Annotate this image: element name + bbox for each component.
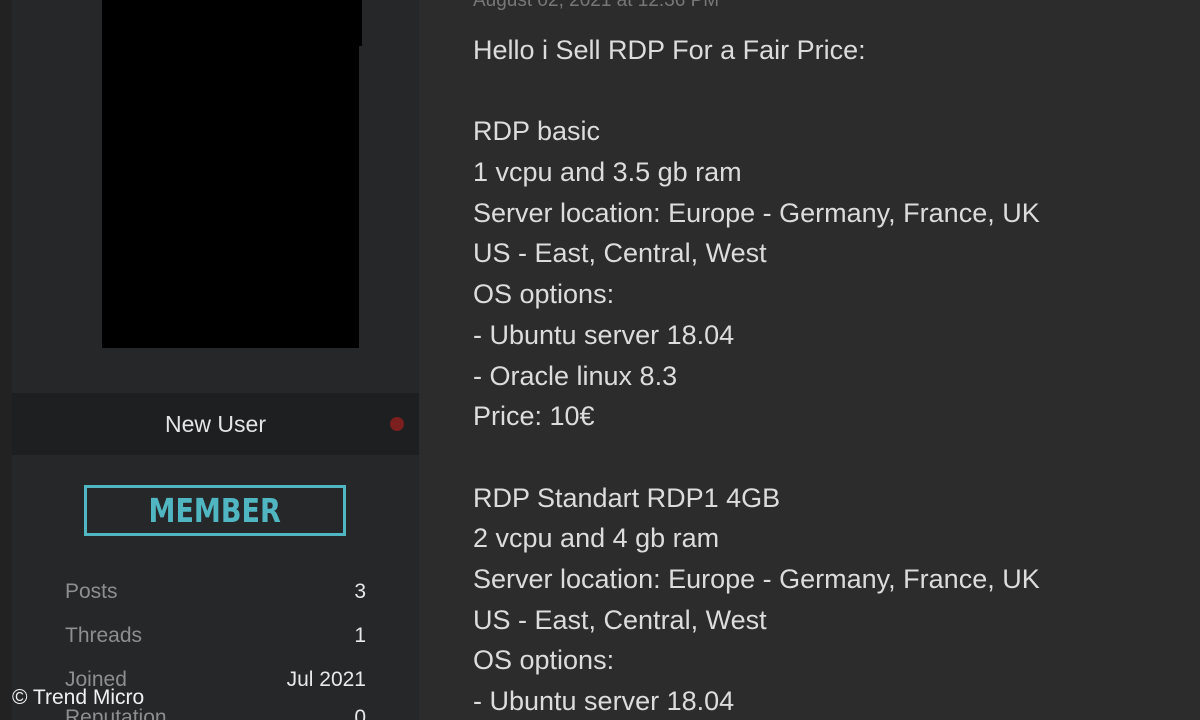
user-role-label: New User <box>165 411 266 437</box>
avatar-redacted-edge <box>359 0 362 46</box>
post-line: - Oracle linux 8.3 <box>473 360 678 391</box>
post-timestamp[interactable]: August 02, 2021 at 12:36 PM <box>473 0 719 12</box>
copyright-watermark: © Trend Micro <box>12 686 145 709</box>
post-line: US - East, Central, West <box>473 604 767 635</box>
page-edge <box>0 0 12 720</box>
post-line: RDP basic <box>473 116 601 147</box>
stat-row-posts: Posts 3 <box>65 580 366 610</box>
stat-label: Posts <box>65 580 118 603</box>
offline-status-icon <box>390 417 404 431</box>
stat-row-threads: Threads 1 <box>65 624 366 654</box>
stat-value: Jul 2021 <box>286 668 366 691</box>
post-line: OS options: <box>473 645 615 676</box>
post-line: - Ubuntu server 18.04 <box>473 319 735 350</box>
post-line: Price: 10€ <box>473 401 595 432</box>
post-line: OS options: <box>473 279 615 310</box>
stat-value: 0 <box>354 706 366 720</box>
forum-post-page: New User MEMBER Posts 3 Threads 1 Joined… <box>0 0 1200 720</box>
post-line: US - East, Central, West <box>473 238 767 269</box>
post-line: RDP Standart RDP1 4GB <box>473 482 781 513</box>
rank-badge-label: MEMBER <box>148 491 282 530</box>
post-body: Hello i Sell RDP For a Fair Price: RDP b… <box>473 30 1173 720</box>
post-line: 2 vcpu and 4 gb ram <box>473 523 720 554</box>
post-line: - Ubuntu server 18.04 <box>473 686 735 716</box>
rank-badge: MEMBER <box>84 485 346 536</box>
stat-value[interactable]: 3 <box>354 580 366 604</box>
stat-value[interactable]: 1 <box>354 624 366 648</box>
post-line: Hello i Sell RDP For a Fair Price: <box>473 35 866 65</box>
post-line: 1 vcpu and 3.5 gb ram <box>473 157 742 188</box>
post-line <box>473 437 1173 478</box>
stat-label: Threads <box>65 624 143 647</box>
avatar-redacted[interactable] <box>102 0 359 348</box>
user-role-bar: New User <box>12 393 419 455</box>
post-line <box>473 71 1173 112</box>
post-line: Server location: Europe - Germany, Franc… <box>473 197 1040 228</box>
post-line: Server location: Europe - Germany, Franc… <box>473 563 1040 594</box>
